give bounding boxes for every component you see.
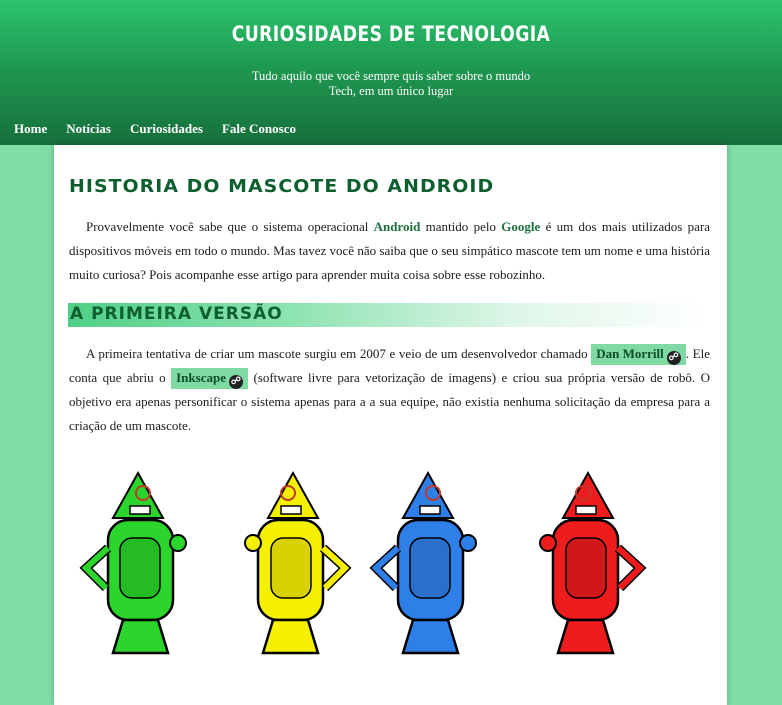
section-title: A PRIMEIRA VERSÃO	[70, 304, 283, 324]
nav-noticias[interactable]: Notícias	[66, 121, 111, 139]
robot-2	[244, 470, 352, 655]
subtitle-line-1: Tudo aquilo que você sempre quis saber s…	[251, 69, 531, 83]
inkscape-link-label: Inkscape	[176, 370, 226, 385]
inkscape-link[interactable]: Inkscape ☍	[171, 368, 248, 389]
robot-3	[369, 470, 477, 655]
text-run: mantido pelo	[420, 219, 502, 234]
intro-paragraph: Provavelmente você sabe que o sistema op…	[69, 215, 710, 287]
nav-home[interactable]: Home	[14, 121, 47, 139]
google-term: Google	[501, 219, 541, 234]
android-term: Android	[373, 219, 421, 234]
dan-morrill-link-label: Dan Morrill	[596, 346, 664, 361]
main-nav: Home Notícias Curiosidades Fale Conosco	[14, 121, 296, 139]
text-run: Provavelmente você sabe que o sistema op…	[86, 219, 374, 234]
nav-curiosidades[interactable]: Curiosidades	[130, 121, 203, 139]
site-header: CURIOSIDADES DE TECNOLOGIA Tudo aquilo q…	[0, 0, 782, 145]
section-heading-bar: A PRIMEIRA VERSÃO	[68, 303, 710, 327]
text-run: A primeira tentativa de criar um mascote…	[86, 346, 592, 361]
nav-fale-conosco[interactable]: Fale Conosco	[222, 121, 296, 139]
site-subtitle: Tudo aquilo que você sempre quis saber s…	[241, 69, 541, 99]
site-title: CURIOSIDADES DE TECNOLOGIA	[231, 22, 551, 46]
android-robots-image	[79, 470, 647, 655]
dan-morrill-link[interactable]: Dan Morrill ☍	[591, 344, 686, 365]
robot-1	[79, 470, 187, 655]
subtitle-line-2: Tech, em um único lugar	[328, 84, 454, 98]
article-title: HISTORIA DO MASCOTE DO ANDROID	[69, 176, 495, 197]
article-container: HISTORIA DO MASCOTE DO ANDROID Provavelm…	[54, 145, 727, 705]
external-link-icon: ☍	[228, 375, 243, 389]
first-version-paragraph: A primeira tentativa de criar um mascote…	[69, 342, 710, 438]
external-link-icon: ☍	[666, 351, 681, 365]
robot-4	[539, 470, 647, 655]
